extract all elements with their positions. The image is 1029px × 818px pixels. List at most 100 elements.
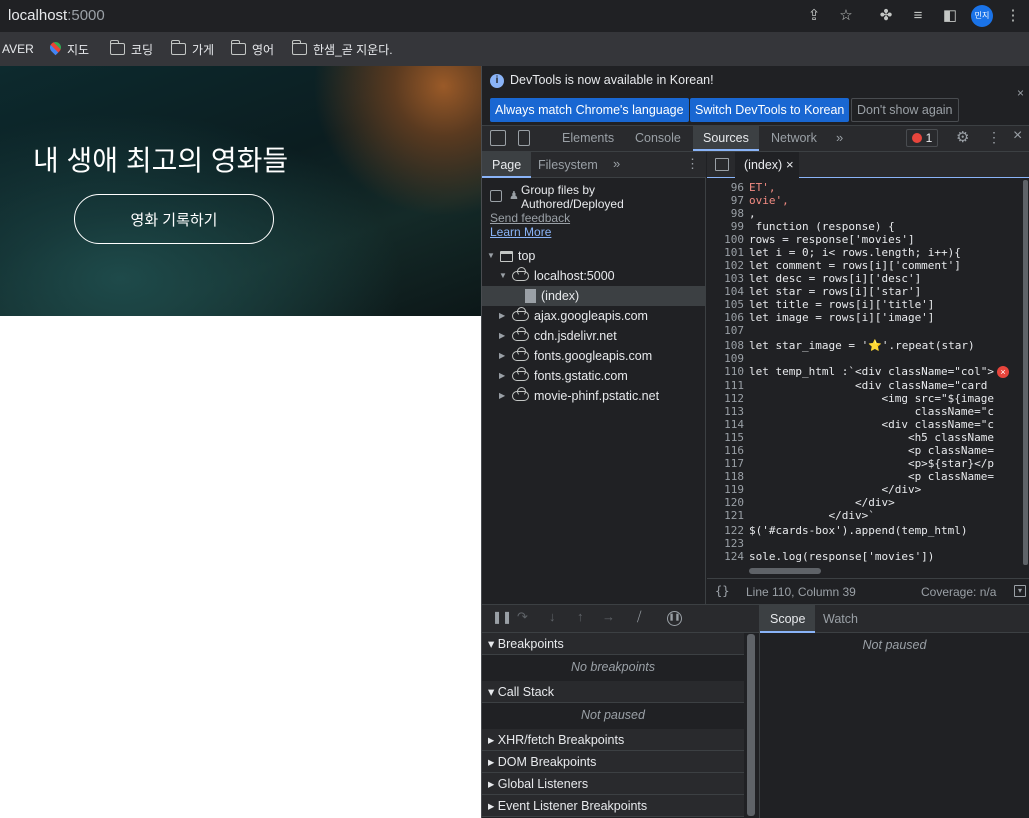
tree-item-localhost[interactable]: ▼ localhost:5000 bbox=[499, 266, 615, 286]
close-tab-icon[interactable]: × bbox=[786, 157, 794, 172]
error-marker-icon[interactable]: × bbox=[997, 366, 1009, 378]
navigator-menu-icon[interactable]: ⋮ bbox=[686, 156, 699, 172]
bookmark-folder-hanssem[interactable]: 한샘_곧 지운다. bbox=[292, 40, 393, 58]
editor-tab-index[interactable]: (index) × bbox=[735, 152, 799, 178]
toggle-navigator-icon[interactable] bbox=[715, 158, 729, 171]
code-line[interactable]: let comment = rows[i]['comment'] bbox=[749, 259, 961, 272]
section-dom-breakpoints[interactable]: ▸ DOM Breakpoints bbox=[482, 751, 744, 773]
bookmark-folder-coding[interactable]: 코딩 bbox=[110, 40, 153, 58]
horizontal-scrollbar[interactable] bbox=[749, 568, 821, 574]
learn-more-link[interactable]: Learn More bbox=[490, 225, 551, 239]
bookmark-folder-store[interactable]: 가게 bbox=[171, 40, 214, 58]
bookmark-star-icon[interactable]: ☆ bbox=[836, 6, 856, 26]
tree-item-fonts-gstatic[interactable]: ▶ fonts.gstatic.com bbox=[499, 366, 628, 386]
more-options-icon[interactable]: ⋮ bbox=[987, 129, 1001, 146]
vertical-scrollbar[interactable] bbox=[1023, 180, 1028, 565]
code-line[interactable]: , bbox=[749, 207, 756, 220]
reading-list-icon[interactable]: ≡ bbox=[908, 6, 928, 26]
code-line[interactable]: <p className= bbox=[749, 444, 994, 457]
switch-korean-button[interactable]: Switch DevTools to Korean bbox=[690, 98, 850, 122]
more-navigator-tabs-icon[interactable]: » bbox=[613, 156, 620, 171]
share-icon[interactable]: ⇪ bbox=[804, 6, 824, 26]
address-bar[interactable]: localhost:5000 bbox=[8, 7, 105, 24]
send-feedback-link[interactable]: Send feedback bbox=[490, 211, 570, 225]
more-menu-icon[interactable]: ⋮ bbox=[1003, 6, 1023, 26]
tab-sources[interactable]: Sources bbox=[693, 126, 759, 151]
code-line[interactable]: className="c bbox=[749, 405, 994, 418]
code-line[interactable]: sole.log(response['movies']) bbox=[749, 550, 934, 563]
code-line[interactable]: let star = rows[i]['star'] bbox=[749, 285, 921, 298]
code-line[interactable]: ET', bbox=[749, 181, 776, 194]
profile-avatar[interactable]: 민지 bbox=[971, 5, 993, 27]
section-breakpoints[interactable]: ▾ Breakpoints bbox=[482, 633, 744, 655]
code-line[interactable]: let image = rows[i]['image'] bbox=[749, 311, 934, 324]
code-line[interactable]: <div className="c bbox=[749, 418, 994, 431]
code-line[interactable]: <img src="${image bbox=[749, 392, 994, 405]
tab-console[interactable]: Console bbox=[625, 126, 691, 151]
tree-item-index[interactable]: (index) bbox=[525, 286, 579, 306]
tab-scope[interactable]: Scope bbox=[760, 605, 816, 633]
tree-item-top[interactable]: ▼ top bbox=[487, 246, 535, 266]
code-line[interactable]: let temp_html :`<div className="col"> bbox=[749, 365, 994, 378]
section-xhr-breakpoints[interactable]: ▸ XHR/fetch Breakpoints bbox=[482, 729, 744, 751]
code-line[interactable]: function (response) { bbox=[749, 220, 895, 233]
settings-gear-icon[interactable]: ⚙ bbox=[956, 128, 969, 146]
step-out-icon[interactable]: ↑ bbox=[577, 609, 584, 624]
code-line[interactable]: let star_image = '⭐'.repeat(star) bbox=[749, 339, 975, 352]
code-line[interactable]: $('#cards-box').append(temp_html) bbox=[749, 524, 968, 537]
code-line[interactable]: <h5 className bbox=[749, 431, 994, 444]
tree-item-ajax-googleapis[interactable]: ▶ ajax.googleapis.com bbox=[499, 306, 648, 326]
section-global-listeners[interactable]: ▸ Global Listeners bbox=[482, 773, 744, 795]
deactivate-breakpoints-icon[interactable]: ⧸ bbox=[637, 609, 641, 625]
match-language-button[interactable]: Always match Chrome's language bbox=[490, 98, 689, 122]
dont-show-again-button[interactable]: Don't show again bbox=[851, 98, 959, 122]
bookmark-naver[interactable]: AVER bbox=[2, 40, 34, 58]
tab-page[interactable]: Page bbox=[482, 152, 532, 178]
close-icon[interactable]: × bbox=[1017, 86, 1024, 100]
error-counter[interactable]: 1 bbox=[906, 129, 938, 147]
tab-watch[interactable]: Watch bbox=[813, 605, 868, 633]
section-call-stack[interactable]: ▾ Call Stack bbox=[482, 681, 744, 703]
no-breakpoints-message: No breakpoints bbox=[570, 660, 656, 674]
pretty-print-icon[interactable]: {} bbox=[715, 584, 729, 598]
code-line[interactable]: </div>` bbox=[749, 509, 874, 522]
inspect-element-icon[interactable] bbox=[490, 130, 506, 146]
tree-item-cdn-jsdelivr[interactable]: ▶ cdn.jsdelivr.net bbox=[499, 326, 617, 346]
code-line[interactable]: </div> bbox=[749, 496, 895, 509]
code-line[interactable]: <p className= bbox=[749, 470, 994, 483]
extensions-icon[interactable]: ✤ bbox=[876, 6, 896, 26]
line-number: 119 bbox=[724, 483, 744, 496]
tree-item-fonts-googleapis[interactable]: ▶ fonts.googleapis.com bbox=[499, 346, 652, 366]
tab-filesystem[interactable]: Filesystem bbox=[528, 152, 608, 178]
sidebar-scrollbar[interactable] bbox=[747, 634, 755, 816]
step-over-icon[interactable]: ↷ bbox=[517, 609, 528, 625]
toggle-drawer-icon[interactable]: ▾ bbox=[1014, 585, 1026, 597]
pause-icon[interactable]: ❚❚ bbox=[492, 610, 512, 624]
code-line[interactable]: ovie', bbox=[749, 194, 789, 207]
code-line[interactable]: rows = response['movies'] bbox=[749, 233, 915, 246]
pause-on-exceptions-icon[interactable]: ❚❚ bbox=[667, 611, 682, 626]
step-icon[interactable]: → bbox=[602, 609, 615, 624]
record-movie-button[interactable]: 영화 기록하기 bbox=[74, 194, 274, 244]
device-toolbar-icon[interactable] bbox=[518, 130, 530, 146]
bookmark-folder-english[interactable]: 영어 bbox=[231, 40, 274, 58]
bookmark-label: 영어 bbox=[252, 42, 275, 57]
tab-elements[interactable]: Elements bbox=[552, 126, 624, 151]
code-line[interactable]: let i = 0; i< rows.length; i++){ bbox=[749, 246, 961, 259]
more-tabs-chevron-icon[interactable]: » bbox=[836, 130, 843, 145]
code-line[interactable]: let desc = rows[i]['desc'] bbox=[749, 272, 921, 285]
step-into-icon[interactable]: ↓ bbox=[549, 609, 556, 624]
code-line[interactable]: <div className="card bbox=[749, 379, 987, 392]
tab-network[interactable]: Network bbox=[761, 126, 827, 151]
code-line[interactable]: </div> bbox=[749, 483, 921, 496]
side-panel-icon[interactable]: ◧ bbox=[940, 6, 960, 26]
collapse-caret-icon: ▶ bbox=[499, 371, 506, 380]
group-files-checkbox[interactable] bbox=[490, 190, 502, 202]
section-event-listener-breakpoints[interactable]: ▸ Event Listener Breakpoints bbox=[482, 795, 744, 817]
close-devtools-icon[interactable]: × bbox=[1013, 127, 1022, 145]
bookmark-maps[interactable]: 지도 bbox=[50, 40, 89, 58]
tree-item-movie-phinf[interactable]: ▶ movie-phinf.pstatic.net bbox=[499, 386, 659, 406]
code-line[interactable]: let title = rows[i]['title'] bbox=[749, 298, 934, 311]
code-line[interactable]: <p>${star}</p bbox=[749, 457, 994, 470]
collapse-caret-icon: ▶ bbox=[499, 391, 506, 400]
